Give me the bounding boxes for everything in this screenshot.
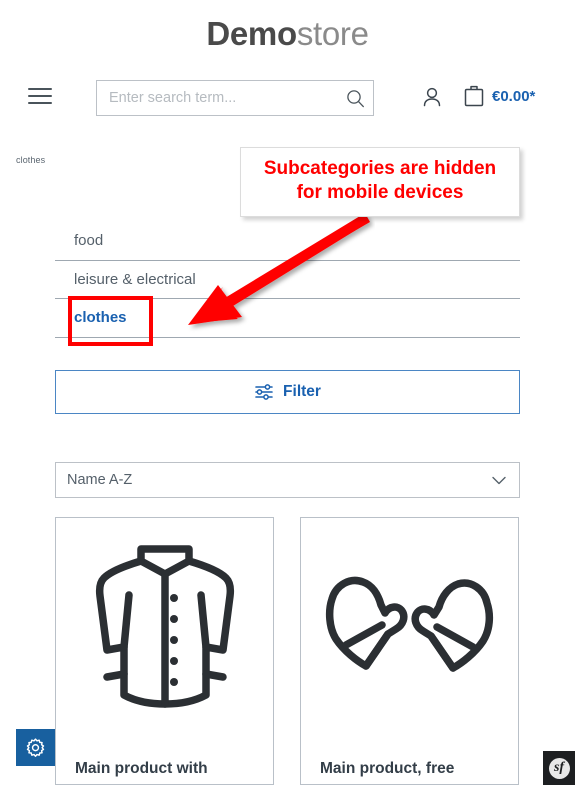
category-list: food leisure & electrical clothes [55, 222, 520, 338]
page-root: Demostore Enter search term... €0.00* cl… [0, 0, 575, 785]
hamburger-menu-icon[interactable] [28, 86, 52, 106]
product-grid: Main product with Main product, free [55, 517, 520, 785]
search-box[interactable] [96, 80, 374, 116]
burger-line [28, 95, 52, 97]
site-header: Demostore Enter search term... €0.00* [0, 0, 575, 128]
jacket-icon [95, 545, 234, 708]
person-icon [423, 87, 441, 107]
category-row[interactable]: leisure & electrical [55, 261, 520, 299]
symfony-logo-icon[interactable]: sf [543, 751, 575, 785]
category-label: clothes [74, 309, 127, 327]
product-card[interactable]: Main product, free [300, 517, 519, 785]
settings-tab-button[interactable] [16, 729, 55, 766]
search-icon [346, 89, 364, 107]
logo-text-light: store [296, 15, 369, 52]
symfony-glyph: sf [548, 757, 570, 779]
mittens-icon [325, 576, 494, 672]
burger-line [28, 102, 52, 104]
logo-text-bold: Demo [206, 15, 297, 52]
site-logo[interactable]: Demostore [0, 14, 575, 54]
gear-icon [26, 738, 45, 757]
product-title: Main product with [75, 760, 208, 777]
search-input[interactable] [97, 81, 337, 115]
burger-line [28, 88, 52, 90]
category-row-active[interactable]: clothes [55, 299, 520, 338]
category-row[interactable]: food [55, 222, 520, 261]
annotation-callout: Subcategories are hidden for mobile devi… [240, 147, 520, 217]
breadcrumb-current: clothes [16, 155, 46, 165]
shopping-bag-icon [464, 85, 484, 107]
product-title: Main product, free [320, 760, 455, 777]
annotation-line-2: for mobile devices [296, 182, 464, 203]
category-label: food [74, 232, 104, 250]
category-label: leisure & electrical [74, 270, 196, 288]
cart-button[interactable] [461, 84, 487, 110]
search-button[interactable] [337, 81, 373, 115]
sort-selected-value: Name A-Z [67, 472, 133, 488]
chevron-down-icon [492, 476, 506, 485]
product-card[interactable]: Main product with [55, 517, 274, 785]
product-image [301, 530, 518, 730]
sliders-filter-icon [255, 384, 273, 400]
sort-select[interactable]: Name A-Z [55, 462, 520, 498]
annotation-line-1: Subcategories are hidden [263, 158, 497, 179]
breadcrumb[interactable]: clothes [16, 155, 45, 165]
cart-total-amount[interactable]: €0.00* [492, 88, 535, 105]
filter-button-label: Filter [283, 383, 321, 400]
product-image [56, 530, 273, 730]
filter-button[interactable]: Filter [55, 370, 520, 414]
account-button[interactable] [419, 84, 445, 110]
